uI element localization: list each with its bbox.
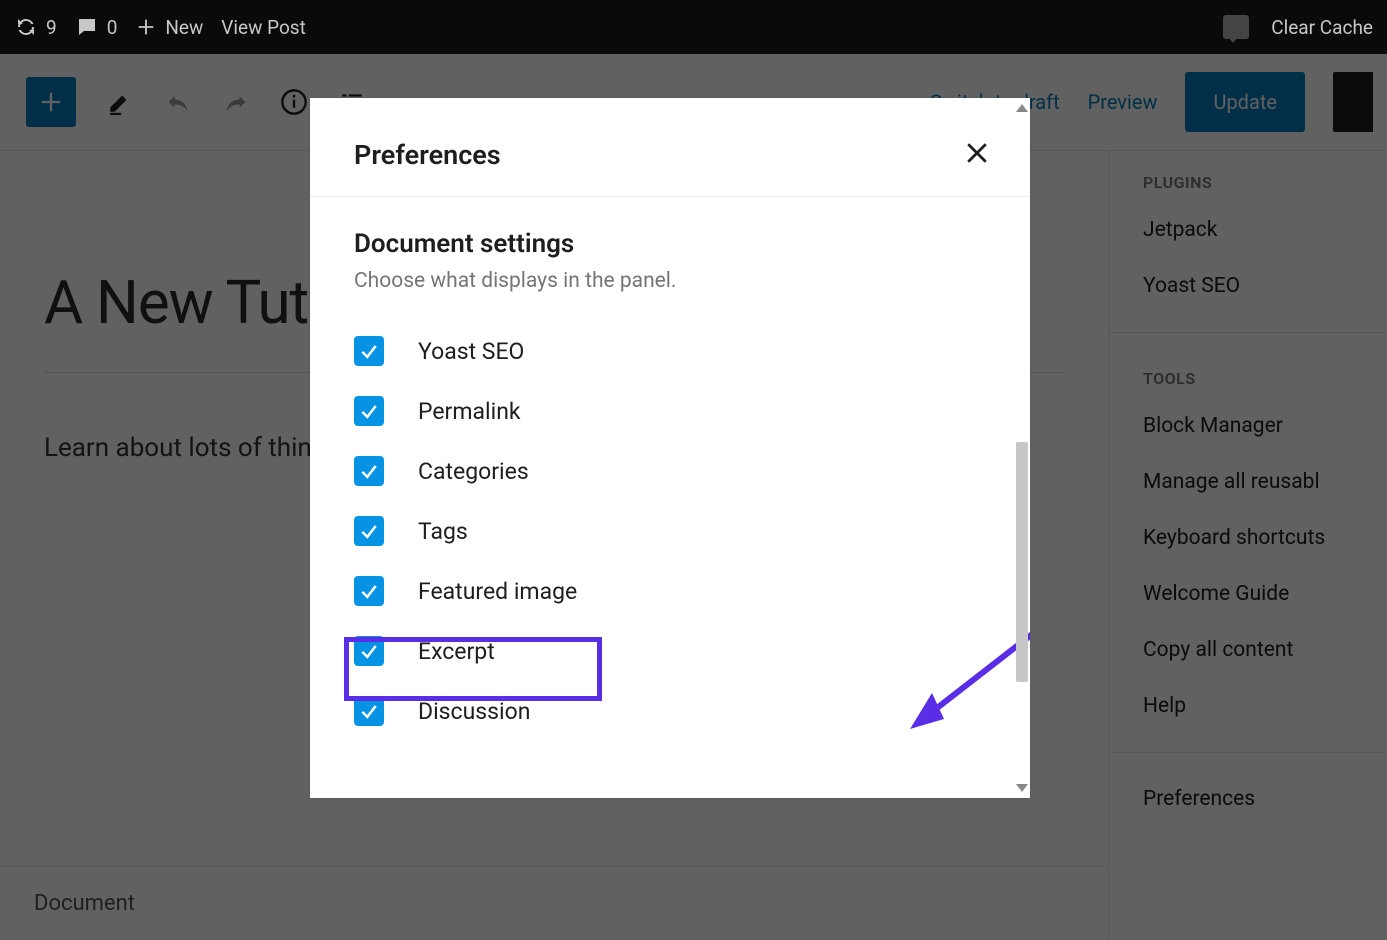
pref-option-discussion[interactable]: Discussion <box>354 681 986 741</box>
pref-option-tags[interactable]: Tags <box>354 501 986 561</box>
option-label: Excerpt <box>418 638 495 665</box>
scroll-thumb[interactable] <box>1016 442 1028 682</box>
option-label: Featured image <box>418 578 577 605</box>
option-label: Permalink <box>418 398 521 425</box>
checkbox-icon[interactable] <box>354 396 384 426</box>
admin-new-label: New <box>165 16 203 39</box>
close-icon[interactable] <box>962 138 992 172</box>
modal-scrollbar[interactable] <box>1014 102 1030 794</box>
clear-cache[interactable]: Clear Cache <box>1271 16 1373 39</box>
option-label: Yoast SEO <box>418 338 524 365</box>
checkbox-icon[interactable] <box>354 696 384 726</box>
notifications-icon[interactable] <box>1223 15 1249 39</box>
admin-new[interactable]: New <box>135 16 203 39</box>
checkbox-icon[interactable] <box>354 456 384 486</box>
pref-option-excerpt[interactable]: Excerpt <box>354 621 986 681</box>
scroll-down-icon[interactable] <box>1016 784 1028 792</box>
option-label: Categories <box>418 458 529 485</box>
pref-option-yoast-seo[interactable]: Yoast SEO <box>354 321 986 381</box>
section-description: Choose what displays in the panel. <box>354 269 986 293</box>
scroll-up-icon[interactable] <box>1016 104 1028 112</box>
option-label: Discussion <box>418 698 530 725</box>
section-title: Document settings <box>354 229 986 259</box>
checkbox-icon[interactable] <box>354 516 384 546</box>
admin-bar: 9 0 New View Post Clear Cache <box>0 0 1387 54</box>
editor: Switch to draft Preview Update A New Tut… <box>0 54 1387 940</box>
checkbox-icon[interactable] <box>354 336 384 366</box>
pref-option-permalink[interactable]: Permalink <box>354 381 986 441</box>
admin-updates-count: 9 <box>46 16 57 39</box>
admin-comments-count: 0 <box>107 16 118 39</box>
admin-updates[interactable]: 9 <box>14 15 57 39</box>
admin-comments[interactable]: 0 <box>75 15 118 39</box>
checkbox-icon[interactable] <box>354 636 384 666</box>
checkbox-icon[interactable] <box>354 576 384 606</box>
pref-option-featured-image[interactable]: Featured image <box>354 561 986 621</box>
preferences-modal: Preferences Document settings Choose wha… <box>310 98 1030 798</box>
admin-view-post[interactable]: View Post <box>221 16 306 39</box>
option-label: Tags <box>418 518 468 545</box>
modal-title: Preferences <box>354 139 501 171</box>
pref-option-categories[interactable]: Categories <box>354 441 986 501</box>
